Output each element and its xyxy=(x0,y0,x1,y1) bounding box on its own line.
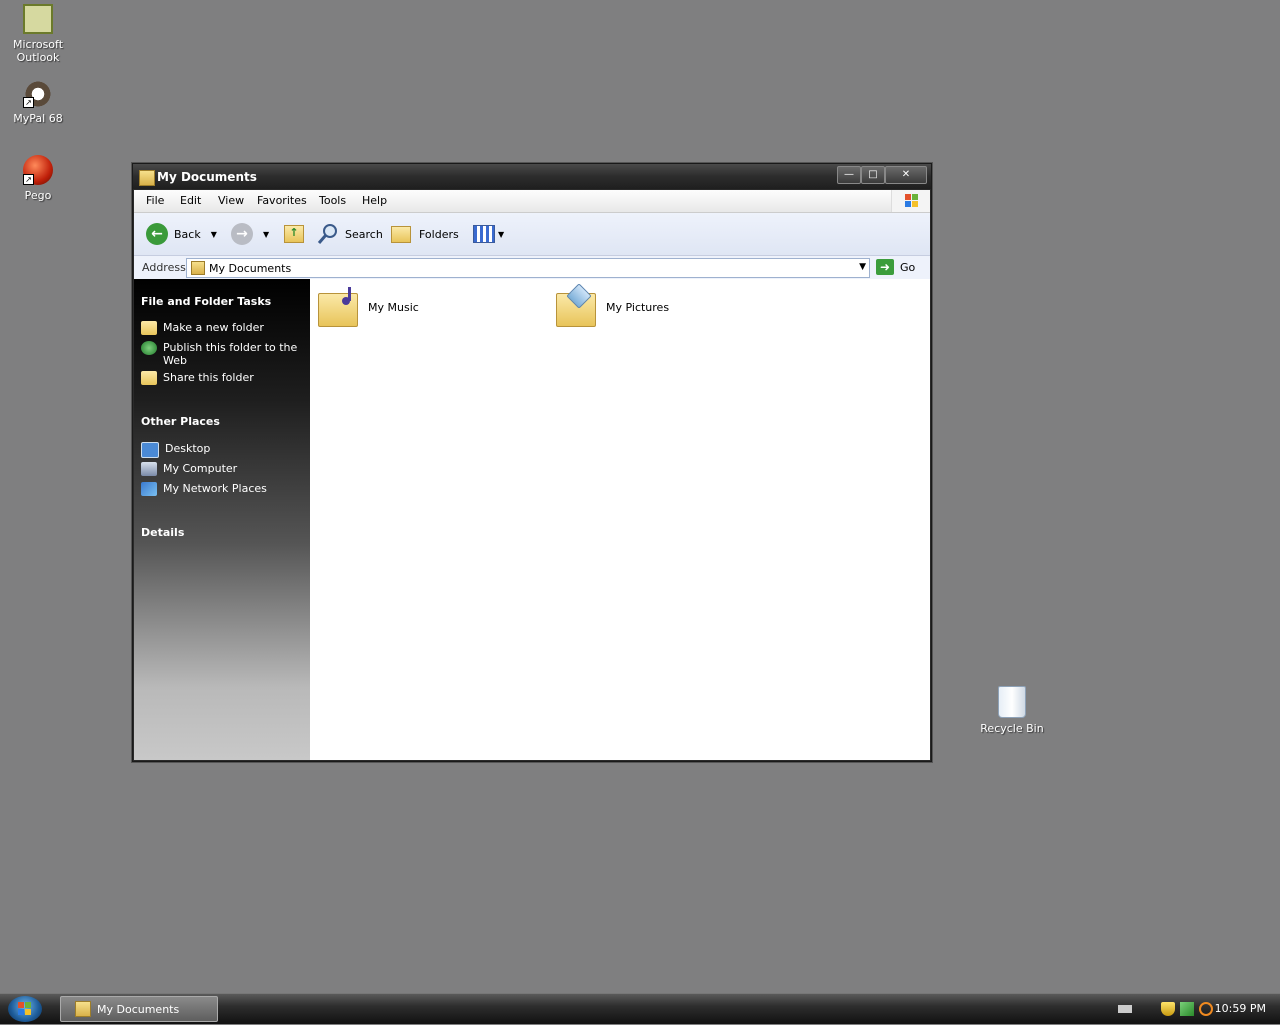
folder-label: My Music xyxy=(368,300,419,314)
folder-my-music[interactable]: My Music xyxy=(316,285,419,329)
desktop-icon-label: Recycle Bin xyxy=(980,722,1044,735)
menu-edit[interactable]: Edit xyxy=(180,194,201,207)
task-share-folder[interactable]: Share this folder xyxy=(141,371,254,385)
search-label: Search xyxy=(345,227,383,241)
title-bar[interactable]: My Documents — □ ✕ xyxy=(133,164,931,189)
back-button[interactable]: ← Back ▼ xyxy=(146,222,217,246)
other-places-heading[interactable]: Other Places xyxy=(141,415,220,428)
network-icon xyxy=(141,482,157,496)
task-pane: File and Folder Tasks Make a new folder … xyxy=(134,279,310,760)
pictures-folder-icon xyxy=(554,283,598,329)
file-list[interactable]: My Music My Pictures xyxy=(310,279,930,760)
go-arrow-icon: ➜ xyxy=(876,259,894,275)
menu-bar: File Edit View Favorites Tools Help xyxy=(134,190,930,213)
back-label: Back xyxy=(174,227,201,241)
taskbar-button-my-documents[interactable]: My Documents xyxy=(60,996,218,1022)
network-status-icon[interactable] xyxy=(1180,1002,1194,1016)
security-shield-icon[interactable] xyxy=(1161,1002,1175,1016)
search-icon xyxy=(317,224,337,244)
search-button[interactable]: Search xyxy=(317,222,383,246)
desktop-icon xyxy=(141,442,159,458)
windows-logo-icon xyxy=(18,1002,31,1015)
folder-label: My Pictures xyxy=(606,300,670,314)
forward-button[interactable]: → ▼ xyxy=(231,222,269,246)
maximize-button[interactable]: □ xyxy=(861,166,885,184)
window-title: My Documents xyxy=(157,170,257,184)
search-tray-icon[interactable] xyxy=(1199,1002,1213,1016)
address-bar: Address My Documents ▼ ➜ Go xyxy=(134,256,930,281)
menu-file[interactable]: File xyxy=(146,194,164,207)
menu-view[interactable]: View xyxy=(218,194,244,207)
place-my-computer[interactable]: My Computer xyxy=(141,462,237,476)
share-folder-icon xyxy=(141,371,157,385)
folders-label: Folders xyxy=(419,227,459,241)
desktop-icon-label: Microsoft xyxy=(12,38,64,51)
place-network[interactable]: My Network Places xyxy=(141,482,267,496)
desktop-icon-label: Outlook xyxy=(16,51,60,64)
new-folder-icon xyxy=(141,321,157,335)
task-publish-web[interactable]: Publish this folder to the Web xyxy=(141,341,301,367)
shortcut-arrow-icon: ↗ xyxy=(23,97,34,108)
recycle-bin-icon xyxy=(998,686,1026,718)
file-folder-tasks-heading[interactable]: File and Folder Tasks xyxy=(141,295,271,308)
desktop-icon-mypal[interactable]: ↗ MyPal 68 xyxy=(0,80,76,125)
address-field[interactable]: My Documents ▼ xyxy=(186,258,870,278)
folders-button[interactable]: Folders xyxy=(391,222,459,246)
views-dropdown-icon: ▼ xyxy=(498,229,505,239)
computer-icon xyxy=(141,462,157,476)
start-button[interactable] xyxy=(8,996,42,1022)
music-folder-icon xyxy=(316,285,360,329)
task-label: Share this folder xyxy=(163,371,254,384)
mypal-icon: ↗ xyxy=(23,80,53,108)
address-value: My Documents xyxy=(209,262,292,275)
address-label: Address xyxy=(142,261,186,274)
place-desktop[interactable]: Desktop xyxy=(141,442,210,458)
views-button[interactable]: ▼ xyxy=(473,222,504,246)
place-label: My Network Places xyxy=(163,482,267,495)
menu-tools[interactable]: Tools xyxy=(319,194,346,207)
back-dropdown-icon[interactable]: ▼ xyxy=(211,230,217,239)
taskbar-button-label: My Documents xyxy=(97,1002,180,1016)
desktop-icon-outlook[interactable]: Microsoft Outlook xyxy=(0,4,76,64)
menu-help[interactable]: Help xyxy=(362,194,387,207)
taskbar: My Documents 10:59 PM xyxy=(0,993,1280,1024)
folder-icon xyxy=(139,170,155,186)
outlook-icon xyxy=(23,4,53,34)
go-label: Go xyxy=(900,260,916,274)
task-make-new-folder[interactable]: Make a new folder xyxy=(141,321,264,335)
folder-icon xyxy=(75,1001,91,1017)
address-dropdown-icon[interactable]: ▼ xyxy=(859,262,866,272)
folder-icon xyxy=(191,261,205,275)
place-label: My Computer xyxy=(163,462,238,475)
folder-my-pictures[interactable]: My Pictures xyxy=(554,283,670,329)
windows-logo-icon xyxy=(891,190,930,212)
up-folder-icon: ↑ xyxy=(284,225,304,243)
views-icon xyxy=(473,225,495,243)
forward-dropdown-icon[interactable]: ▼ xyxy=(263,230,269,239)
desktop-icon-recycle-bin[interactable]: Recycle Bin xyxy=(974,686,1050,735)
shortcut-arrow-icon: ↗ xyxy=(23,174,34,185)
details-heading[interactable]: Details xyxy=(141,526,184,539)
explorer-window[interactable]: My Documents — □ ✕ File Edit View Favori… xyxy=(132,163,932,762)
folders-icon xyxy=(391,225,411,243)
go-button[interactable]: ➜ Go xyxy=(876,258,920,276)
up-folder-button[interactable]: ↑ xyxy=(284,222,304,246)
desktop-icon-pego[interactable]: ↗ Pego xyxy=(0,155,76,202)
clock[interactable]: 10:59 PM xyxy=(1215,1002,1266,1015)
desktop-icon-label: Pego xyxy=(24,189,52,202)
publish-web-icon xyxy=(141,341,157,355)
desktop-icon-label: MyPal 68 xyxy=(13,112,63,125)
task-label: Publish this folder to the Web xyxy=(163,341,298,367)
minimize-button[interactable]: — xyxy=(837,166,861,184)
close-button[interactable]: ✕ xyxy=(885,166,927,184)
toolbar: ← Back ▼ → ▼ ↑ Search Folders ▼ xyxy=(134,213,930,256)
forward-arrow-icon: → xyxy=(231,223,253,245)
keyboard-icon[interactable] xyxy=(1118,1005,1132,1013)
task-label: Make a new folder xyxy=(163,321,264,334)
place-label: Desktop xyxy=(165,442,211,455)
menu-favorites[interactable]: Favorites xyxy=(257,194,307,207)
pego-icon: ↗ xyxy=(23,155,53,185)
back-arrow-icon: ← xyxy=(146,223,168,245)
